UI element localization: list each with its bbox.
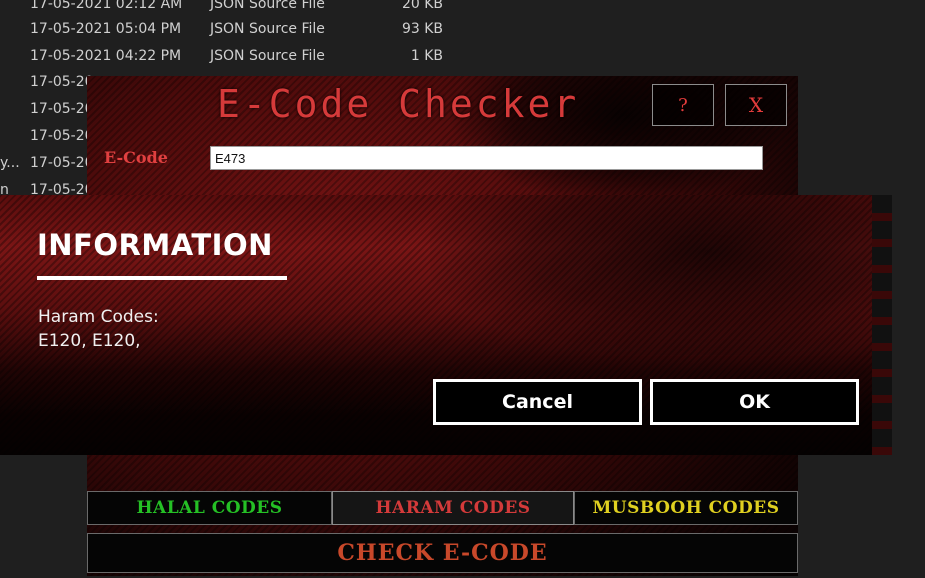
file-row[interactable]: 17-05-2021 04:22 PM JSON Source File 1 K… [0,44,470,70]
file-type: JSON Source File [210,48,325,64]
app-title: E-Code Checker [217,82,580,126]
dialog-message-heading: Haram Codes: [38,307,159,327]
file-date: 17-05-20 [30,101,94,117]
file-size: 93 KB [401,21,443,37]
ecode-label: E-Code [104,148,168,167]
musbooh-codes-button[interactable]: MUSBOOH CODES [574,491,798,525]
chain-decoration [872,195,892,455]
file-name-fragment: y... [0,155,20,171]
halal-codes-button[interactable]: HALAL CODES [87,491,332,525]
file-date: 17-05-2021 04:22 PM [30,48,182,64]
dialog-message-codes: E120, E120, [38,331,141,351]
information-dialog: INFORMATION Haram Codes: E120, E120, Can… [0,195,892,455]
file-date: 17-05-20 [30,74,94,90]
file-date: 17-05-2021 05:04 PM [30,21,182,37]
cancel-button[interactable]: Cancel [433,379,642,425]
check-ecode-button[interactable]: CHECK E-CODE [87,533,798,573]
dialog-title: INFORMATION [37,228,273,262]
ecode-input[interactable] [210,146,763,170]
ok-button[interactable]: OK [650,379,859,425]
file-date: 17-05-20 [30,128,94,144]
dialog-background-art [430,195,892,355]
file-date: 17-05-20 [30,155,94,171]
file-row[interactable]: 17-05-2021 02:12 AM JSON Source File 20 … [0,0,470,18]
title-underline [37,276,287,280]
help-button[interactable]: ? [652,84,714,126]
file-type: JSON Source File [210,0,325,12]
file-date: 17-05-2021 02:12 AM [30,0,183,12]
file-size: 20 KB [401,0,443,12]
file-size: 1 KB [410,48,443,64]
haram-codes-button[interactable]: HARAM CODES [332,491,574,525]
file-row[interactable]: 17-05-2021 05:04 PM JSON Source File 93 … [0,17,470,43]
file-type: JSON Source File [210,21,325,37]
close-button[interactable]: X [725,84,787,126]
